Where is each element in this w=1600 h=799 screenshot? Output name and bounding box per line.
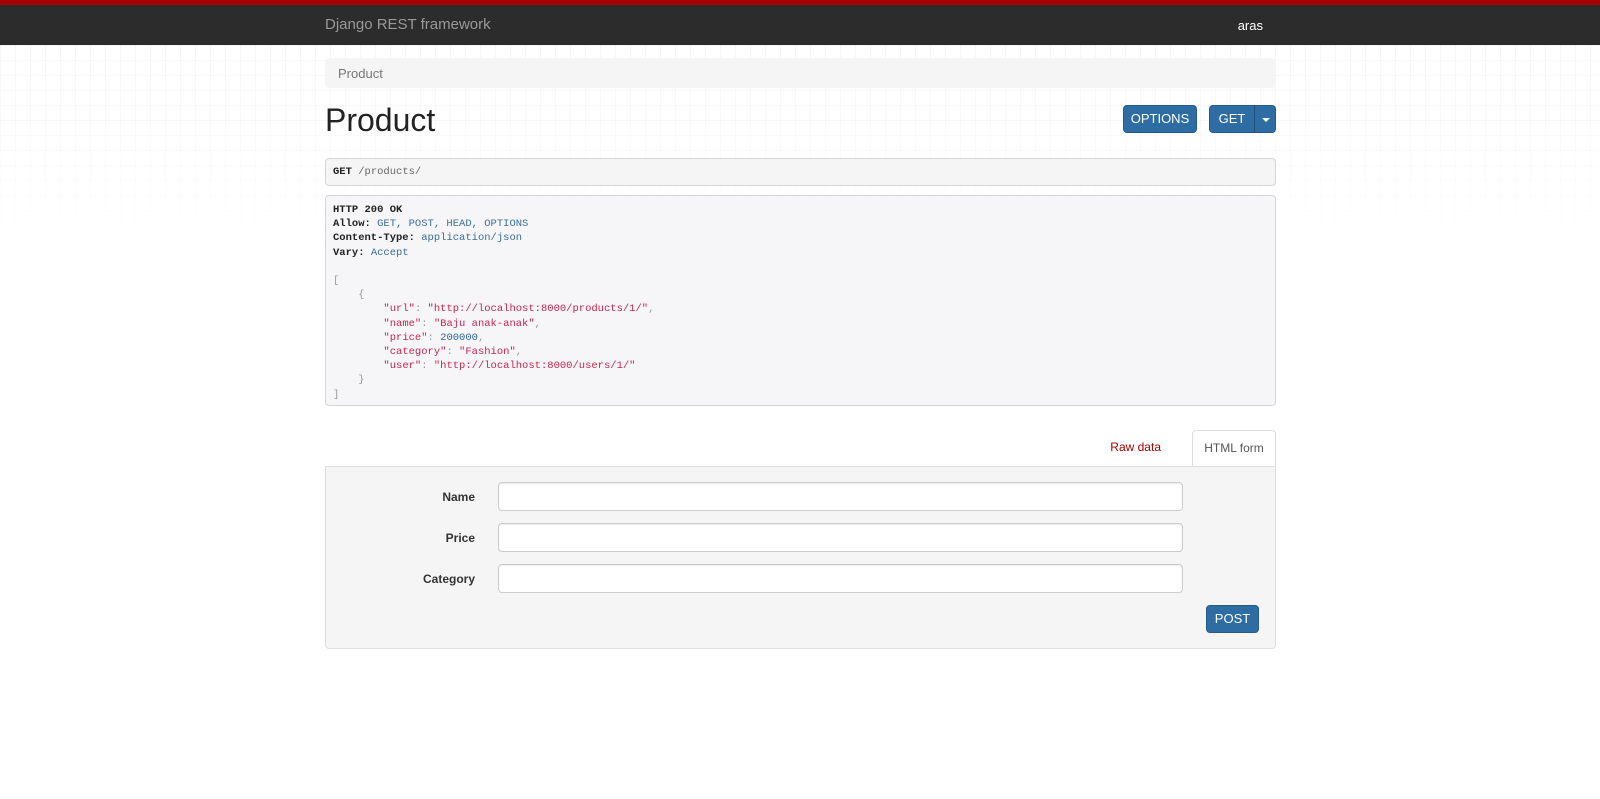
form-tabs: Raw data HTML form bbox=[325, 430, 1276, 466]
price-input[interactable] bbox=[498, 523, 1183, 552]
brand-link[interactable]: Django REST framework bbox=[325, 16, 491, 33]
header-value: GET, POST, HEAD, OPTIONS bbox=[377, 218, 529, 231]
main-container: Product Product OPTIONS GET GET /product… bbox=[325, 45, 1276, 649]
get-format-dropdown[interactable] bbox=[1254, 105, 1276, 133]
form-row-category: Category bbox=[326, 564, 1275, 593]
response-status: HTTP 200 OK bbox=[333, 204, 403, 216]
user-menu[interactable]: aras bbox=[1238, 18, 1263, 33]
request-info: GET /products/ bbox=[325, 158, 1276, 186]
response-info: HTTP 200 OK Allow: GET, POST, HEAD, OPTI… bbox=[325, 195, 1276, 406]
json-value-price: 200000 bbox=[440, 331, 478, 344]
tab-html-form[interactable]: HTML form bbox=[1192, 430, 1276, 466]
json-value-url: "http://localhost:8000/products/1/" bbox=[427, 303, 649, 316]
form-row-name: Name bbox=[326, 482, 1275, 511]
json-value-user: "http://localhost:8000/users/1/" bbox=[433, 360, 636, 373]
json-key: "url" bbox=[383, 303, 415, 316]
caret-down-icon bbox=[1262, 118, 1270, 122]
json-key: "name" bbox=[383, 317, 422, 330]
form-row-price: Price bbox=[326, 523, 1275, 552]
price-label: Price bbox=[445, 531, 475, 545]
json-value-category: "Fashion" bbox=[459, 346, 516, 359]
name-label: Name bbox=[442, 490, 475, 504]
options-button[interactable]: OPTIONS bbox=[1123, 105, 1197, 133]
page-title: Product bbox=[325, 102, 436, 138]
json-key: "price" bbox=[383, 331, 428, 344]
header-value: application/json bbox=[421, 232, 523, 245]
page-header: Product OPTIONS GET bbox=[325, 88, 1276, 156]
request-path: /products/ bbox=[358, 166, 422, 178]
name-input[interactable] bbox=[498, 482, 1183, 511]
breadcrumb-item-product[interactable]: Product bbox=[338, 66, 383, 81]
json-bracket: ] bbox=[333, 388, 340, 401]
get-button-group: GET bbox=[1209, 105, 1276, 133]
request-method: GET bbox=[333, 166, 352, 178]
get-button[interactable]: GET bbox=[1209, 105, 1255, 133]
post-form: Name Price Category POST bbox=[325, 466, 1276, 649]
json-value-name: "Baju anak-anak" bbox=[433, 317, 535, 330]
category-input[interactable] bbox=[498, 564, 1183, 593]
tab-raw-data[interactable]: Raw data bbox=[1110, 440, 1161, 454]
json-brace: } bbox=[358, 374, 365, 387]
header-value: Accept bbox=[370, 246, 409, 259]
json-brace: { bbox=[358, 289, 365, 302]
json-key: "user" bbox=[383, 360, 422, 373]
post-button[interactable]: POST bbox=[1206, 605, 1259, 633]
breadcrumb: Product bbox=[325, 58, 1276, 88]
navbar: Django REST framework aras bbox=[0, 0, 1600, 45]
header-key: Content-Type: bbox=[333, 232, 415, 245]
header-key: Vary: bbox=[333, 246, 365, 259]
json-key: "category" bbox=[383, 346, 447, 359]
category-label: Category bbox=[422, 572, 475, 586]
json-bracket: [ bbox=[333, 275, 340, 288]
header-key: Allow: bbox=[333, 218, 371, 231]
